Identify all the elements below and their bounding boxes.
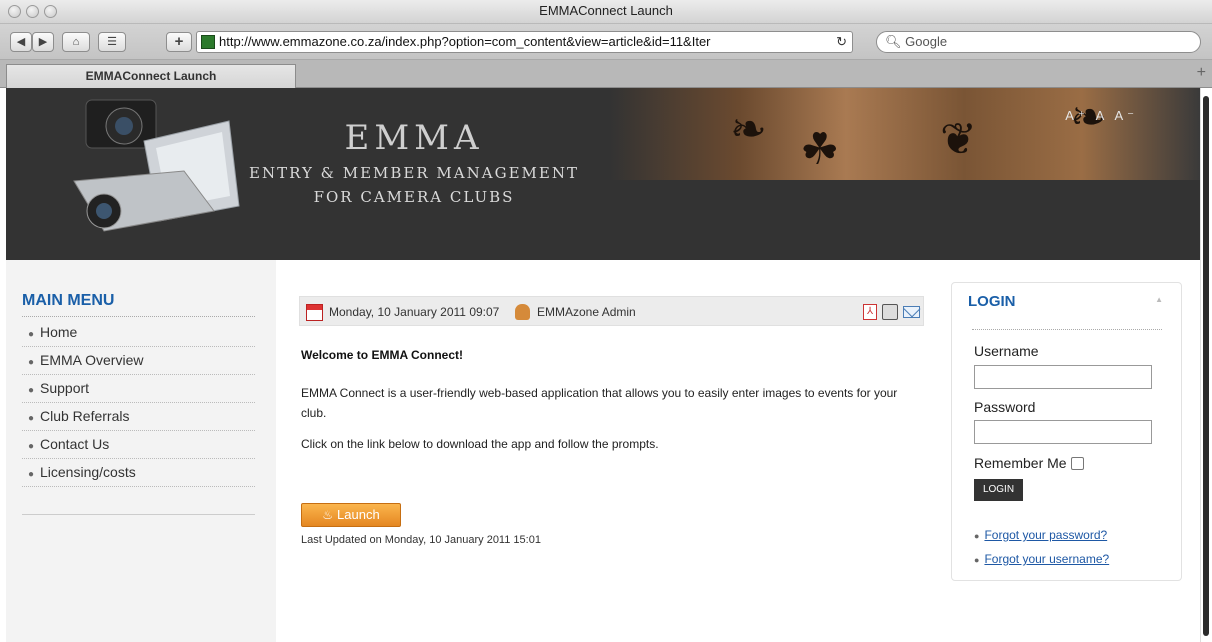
zoom-window-button[interactable] (44, 5, 57, 18)
email-icon[interactable] (903, 306, 920, 318)
home-button[interactable]: ⌂ (62, 32, 90, 52)
brand-title: EMMA (344, 118, 484, 158)
address-bar[interactable]: http://www.emmazone.co.za/index.php?opti… (196, 31, 853, 53)
password-label: Password (974, 399, 1036, 415)
search-field[interactable]: 🔍︎ Google (876, 31, 1201, 53)
pdf-icon[interactable]: ⅄ (863, 304, 877, 320)
article-author: EMMAzone Admin (537, 305, 636, 319)
menu-item-licensing-costs[interactable]: ● Licensing/costs (22, 459, 255, 487)
menu-item-support[interactable]: ● Support (22, 375, 255, 403)
login-title: LOGIN (968, 293, 1016, 310)
window-titlebar: EMMAConnect Launch (0, 0, 1212, 24)
minimize-window-button[interactable] (26, 5, 39, 18)
rss-icon[interactable] (858, 32, 872, 52)
search-icon: 🔍︎ (885, 34, 902, 49)
login-divider (972, 329, 1162, 330)
menu-item-label: Club Referrals (40, 408, 130, 424)
forgot-username-link[interactable]: ● Forgot your username? (974, 552, 1109, 566)
java-cup-icon: ♨ (322, 508, 334, 522)
menu-divider (22, 514, 255, 515)
bullet-icon: ● (28, 413, 35, 424)
font-size-controls[interactable]: A⁺ A A⁻ (1065, 108, 1138, 124)
calendar-icon (306, 304, 323, 321)
address-url: http://www.emmazone.co.za/index.php?opti… (219, 34, 711, 49)
main-menu: MAIN MENU ● Home ● EMMA Overview ● Support … (22, 292, 255, 487)
article-heading: Welcome to EMMA Connect! (301, 348, 464, 362)
close-window-button[interactable] (8, 5, 21, 18)
tab-bar: EMMAConnect Launch + (0, 60, 1212, 88)
username-input[interactable] (974, 365, 1152, 389)
home-icon: ⌂ (72, 36, 80, 48)
forgot-username-label: Forgot your username? (984, 552, 1110, 566)
bullet-icon: ● (28, 385, 35, 396)
remember-me-label: Remember Me (974, 455, 1067, 471)
launch-label: Launch (337, 507, 380, 522)
menu-item-label: Contact Us (40, 436, 110, 452)
forward-arrow-icon: ▶ (38, 36, 48, 48)
remember-me-row: Remember Me (974, 455, 1084, 471)
article-paragraph: Click on the link below to download the … (301, 437, 659, 451)
forgot-password-link[interactable]: ● Forgot your password? (974, 528, 1107, 542)
leaf-icon: ❦ (940, 115, 977, 164)
last-updated-text: Last Updated on Monday, 10 January 2011 … (301, 534, 541, 546)
login-module: LOGIN ▲ Username Password Remember Me LO… (951, 282, 1182, 581)
menu-item-home[interactable]: ● Home (22, 319, 255, 347)
reload-icon[interactable]: ↻ (836, 32, 847, 52)
password-input[interactable] (974, 420, 1152, 444)
search-placeholder: Google (905, 34, 948, 49)
site-favicon-icon (201, 35, 215, 49)
menu-item-emma-overview[interactable]: ● EMMA Overview (22, 347, 255, 375)
banner-foliage-image: ❧ ☘ ❦ ❧ (610, 88, 1200, 180)
add-bookmark-button[interactable]: + (166, 32, 192, 52)
forward-button[interactable]: ▶ (32, 32, 54, 52)
leaf-icon: ☘ (800, 125, 840, 174)
bookmarks-icon: ☰ (107, 36, 117, 48)
remember-me-checkbox[interactable] (1070, 457, 1084, 470)
menu-item-club-referrals[interactable]: ● Club Referrals (22, 403, 255, 431)
back-button[interactable]: ◀ (10, 32, 32, 52)
bullet-icon: ● (28, 441, 35, 452)
user-icon (515, 304, 530, 320)
menu-item-label: Licensing/costs (40, 464, 136, 480)
menu-item-contact-us[interactable]: ● Contact Us (22, 431, 255, 459)
article-info-bar: Monday, 10 January 2011 09:07 EMMAzone A… (299, 296, 924, 326)
brand-subtitle-line2: FOR CAMERA CLUBS (313, 188, 515, 206)
site-banner: ❧ ☘ ❦ ❧ EMMA ENTRY & MEMBER MANAGEMENT F… (6, 88, 1200, 260)
scrollbar-thumb[interactable] (1203, 96, 1209, 636)
forgot-password-label: Forgot your password? (984, 528, 1108, 542)
launch-button[interactable]: ♨ Launch (301, 503, 401, 527)
login-button[interactable]: LOGIN (974, 479, 1023, 501)
brand-subtitle-line1: ENTRY & MEMBER MANAGEMENT (249, 164, 579, 182)
username-label: Username (974, 343, 1039, 359)
leaf-icon: ❧ (730, 105, 767, 154)
bullet-icon: ● (974, 555, 980, 565)
bullet-icon: ● (974, 531, 980, 541)
bullet-icon: ● (28, 469, 35, 480)
article-paragraph: EMMA Connect is a user-friendly web-base… (301, 386, 898, 420)
collapse-icon[interactable]: ▲ (1155, 295, 1163, 304)
plus-icon: + (174, 33, 184, 50)
bookmarks-button[interactable]: ☰ (98, 32, 126, 52)
menu-item-label: Support (40, 380, 90, 396)
page-scrollbar[interactable] (1200, 88, 1212, 642)
window-title: EMMAConnect Launch (539, 3, 673, 18)
bullet-icon: ● (28, 329, 35, 340)
tab-label: EMMAConnect Launch (85, 69, 217, 83)
article-date: Monday, 10 January 2011 09:07 (329, 305, 500, 319)
bullet-icon: ● (28, 357, 35, 368)
main-menu-title: MAIN MENU (22, 292, 255, 317)
back-arrow-icon: ◀ (16, 36, 26, 48)
new-tab-icon[interactable]: + (1197, 64, 1206, 82)
menu-item-label: Home (40, 324, 78, 340)
menu-item-label: EMMA Overview (40, 352, 144, 368)
browser-toolbar: ◀ ▶ ⌂ ☰ + http://www.emmazone.co.za/inde… (0, 24, 1212, 60)
print-icon[interactable] (882, 304, 898, 320)
site-brand: EMMA ENTRY & MEMBER MANAGEMENT FOR CAMER… (234, 118, 594, 206)
tab-emmaconnect-launch[interactable]: EMMAConnect Launch (6, 64, 296, 88)
